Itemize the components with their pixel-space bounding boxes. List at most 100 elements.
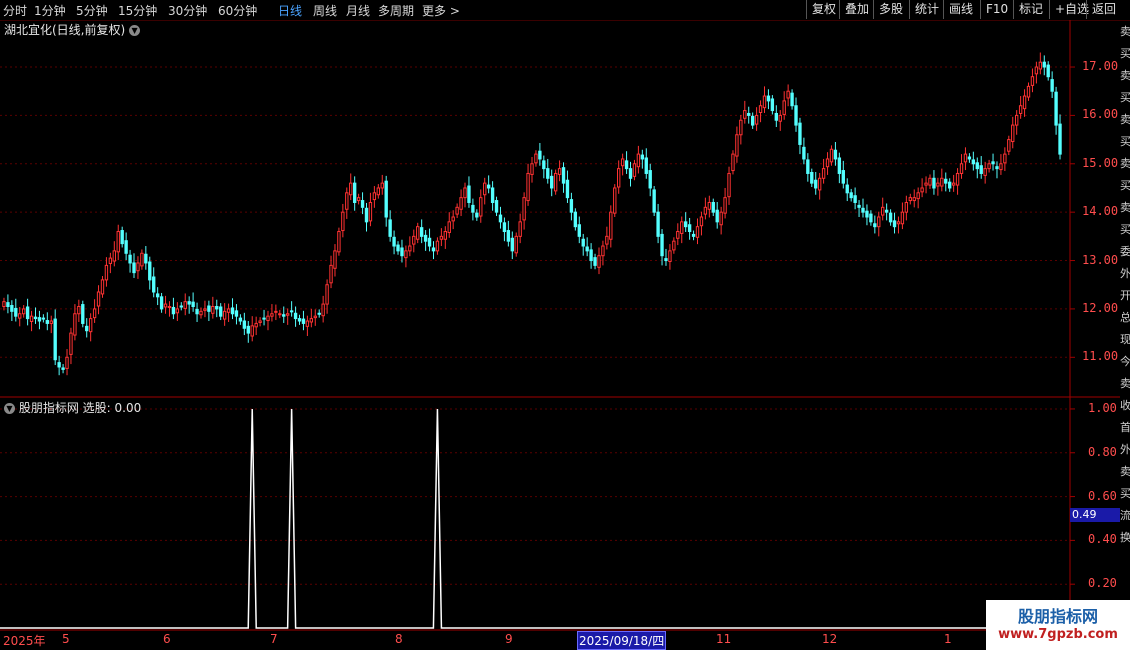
candle-body [561, 167, 566, 184]
side-label: 卖 [1120, 69, 1130, 82]
candle-body [21, 308, 26, 315]
candle-body [234, 310, 239, 317]
candle-body [10, 305, 14, 312]
candle-body [613, 187, 617, 214]
price-tick: 17.00 [1082, 59, 1119, 74]
candle-body [510, 237, 514, 252]
candle-body [1022, 95, 1027, 110]
candle-body [159, 296, 164, 310]
candle-body [829, 148, 834, 163]
candle-body [845, 184, 849, 194]
candle-body [140, 252, 144, 267]
indicator-title-text: 股朋指标网 选股: 0.00 [18, 401, 142, 415]
cursor-date-label: 2025/09/18/四 [577, 631, 667, 650]
price-tick: 13.00 [1082, 252, 1119, 267]
candle-body [849, 192, 853, 199]
candle-body [85, 325, 89, 332]
candle-body [360, 200, 365, 208]
candle-body [266, 315, 270, 322]
candle-body [183, 301, 187, 309]
chevron-down-icon[interactable]: ▼ [129, 25, 141, 36]
candle-body [392, 236, 396, 247]
candle-body [179, 305, 183, 308]
candle-body [1018, 105, 1023, 114]
candle-body [388, 219, 392, 237]
candle-body [833, 149, 838, 160]
candle-body [175, 308, 180, 314]
side-label: 买 [1120, 135, 1130, 148]
cursor-value-label: 0.49 [1070, 508, 1120, 522]
candle-body [534, 153, 538, 164]
x-label: 8 [395, 632, 403, 646]
candle-body [191, 301, 195, 307]
candle-body [959, 163, 964, 174]
candle-body [423, 234, 428, 242]
candle-body [908, 197, 912, 202]
candle-body [546, 168, 550, 179]
candle-body [747, 112, 751, 116]
candle-body [865, 210, 869, 218]
candle-body [589, 249, 593, 262]
candle-body [676, 231, 680, 239]
candle-body [356, 197, 361, 202]
candle-body [148, 261, 152, 281]
side-label: 委 [1120, 245, 1130, 258]
candle-body [242, 320, 247, 329]
candle-body [707, 201, 712, 210]
candle-body [782, 100, 786, 115]
candle-body [49, 320, 53, 324]
candle-body [289, 310, 294, 313]
candle-body [412, 235, 416, 245]
candle-body [368, 201, 373, 222]
candle-body [877, 216, 881, 228]
candle-body [758, 105, 763, 114]
candle-body [45, 320, 49, 324]
candle-body [577, 224, 581, 237]
candle-body [132, 262, 136, 274]
candle-body [786, 90, 790, 99]
candle-body [640, 154, 645, 160]
candle-body [609, 211, 613, 240]
side-label: 卖 [1120, 465, 1130, 478]
candle-body [632, 163, 637, 177]
candle-body [680, 221, 684, 234]
candle-body [636, 153, 641, 168]
candle-body [798, 122, 802, 145]
candle-body [963, 153, 968, 163]
side-label: 买 [1120, 223, 1130, 236]
price-tick: 12.00 [1082, 300, 1119, 315]
candle-body [837, 157, 842, 174]
candle-body [341, 211, 345, 232]
candle-body [727, 172, 731, 198]
chart-canvas[interactable] [0, 0, 1130, 650]
chevron-down-icon[interactable]: ▼ [4, 403, 15, 414]
candle-body [41, 317, 46, 320]
candle-body [163, 303, 168, 308]
candle-body [628, 168, 633, 179]
candle-body [814, 179, 818, 189]
candle-body [550, 175, 554, 189]
side-label: 流 [1120, 509, 1130, 522]
candle-body [108, 257, 113, 264]
candle-body [900, 211, 905, 225]
candle-body [490, 187, 495, 203]
watermark: 股朋指标网 www.7gpzb.com [986, 600, 1130, 650]
candle-body [203, 308, 207, 311]
candle-body [794, 105, 798, 126]
candle-body [502, 222, 507, 233]
candle-body [691, 233, 696, 237]
candle-body [750, 115, 755, 126]
candle-body [18, 313, 22, 319]
candle-body [419, 227, 424, 237]
candle-body [778, 114, 782, 122]
candle-body [92, 308, 97, 319]
side-label: 今 [1120, 355, 1130, 368]
candle-body [427, 237, 432, 247]
candle-body [297, 318, 302, 322]
candle-body [69, 332, 73, 355]
candle-body [250, 325, 254, 337]
candle-body [951, 182, 956, 186]
price-tick: 14.00 [1082, 204, 1119, 219]
candle-body [408, 245, 412, 252]
candle-body [542, 160, 546, 170]
